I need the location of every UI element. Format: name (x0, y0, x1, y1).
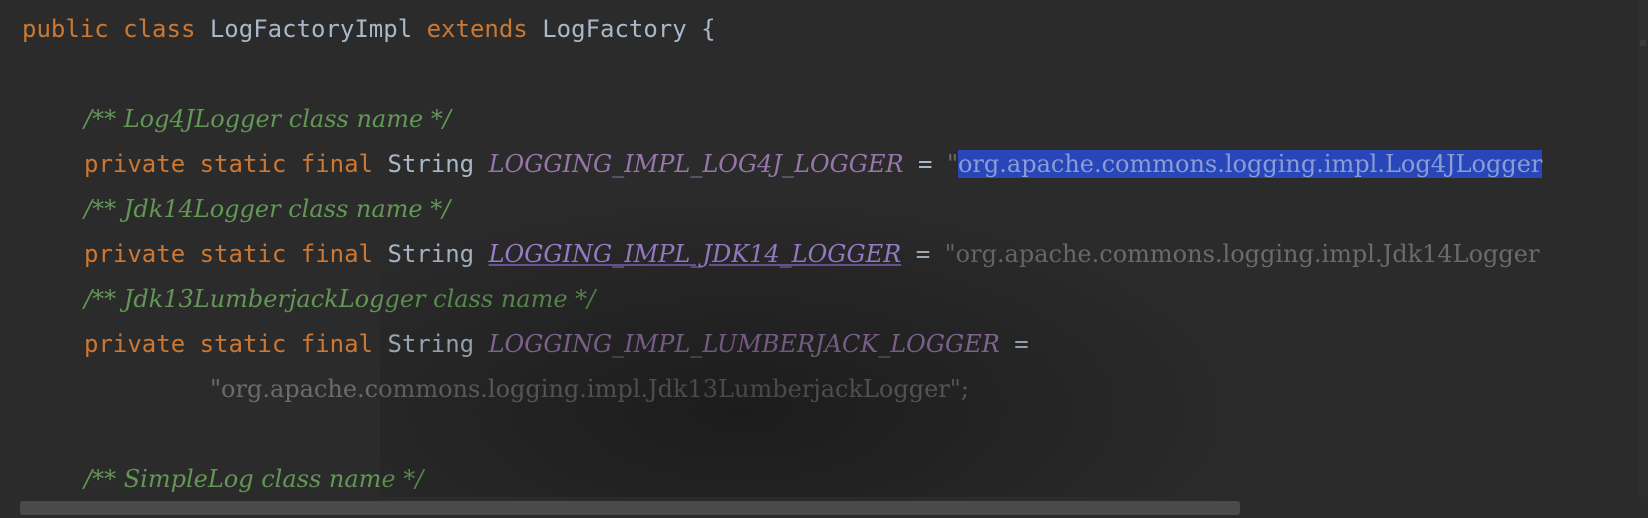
field-type: String (387, 240, 475, 268)
string-value-lumberjack: "org.apache.commons.logging.impl.Jdk13Lu… (210, 375, 969, 403)
assign-operator: = (918, 150, 933, 178)
doc-comment-simplelog: /** SimpleLog class name */ (84, 465, 424, 493)
field-name: LOGGING_IMPL_JDK14_LOGGER (488, 240, 902, 268)
string-quote: " (944, 240, 956, 268)
vertical-scrollbar[interactable] (1638, 0, 1648, 497)
string-value: org.apache.commons.logging.impl.Jdk14Log… (955, 240, 1540, 268)
horizontal-scrollbar[interactable] (0, 497, 1648, 518)
field-name: LOGGING_IMPL_LOG4J_LOGGER (488, 150, 904, 178)
doc-comment-lumberjack: /** Jdk13LumberjackLogger class name */ (84, 285, 596, 313)
open-brace: { (701, 15, 716, 43)
keyword-extends: extends (426, 15, 528, 43)
field-type: String (387, 150, 475, 178)
code-line-lumberjack-field[interactable]: private static final String LOGGING_IMPL… (84, 324, 1029, 364)
class-name: LogFactoryImpl (209, 15, 413, 43)
code-line-jdk14-field[interactable]: private static final String LOGGING_IMPL… (84, 234, 1539, 274)
doc-comment-jdk14: /** Jdk14Logger class name */ (84, 195, 451, 223)
string-quote: " (946, 150, 958, 178)
modifiers: private static final (84, 240, 373, 268)
code-line-log4j-field[interactable]: private static final String LOGGING_IMPL… (84, 144, 1543, 184)
horizontal-scrollbar-thumb[interactable] (20, 501, 1240, 515)
field-name: LOGGING_IMPL_LUMBERJACK_LOGGER (488, 330, 1000, 358)
field-type: String (387, 330, 475, 358)
code-line-class-declaration[interactable]: public class LogFactoryImpl extends LogF… (22, 9, 716, 49)
superclass-name: LogFactory (542, 15, 687, 43)
doc-comment-log4j: /** Log4JLogger class name */ (84, 105, 451, 133)
assign-operator: = (1014, 330, 1029, 358)
code-editor[interactable]: public class LogFactoryImpl extends LogF… (0, 0, 1648, 518)
selected-string-value[interactable]: org.apache.commons.logging.impl.Log4JLog… (957, 150, 1543, 178)
modifiers: private static final (84, 330, 373, 358)
scroll-marker (1640, 40, 1646, 46)
keyword-class: class (123, 15, 196, 43)
keyword-public: public (22, 15, 109, 43)
modifiers: private static final (84, 150, 373, 178)
assign-operator: = (915, 240, 931, 268)
code-area[interactable]: public class LogFactoryImpl extends LogF… (0, 0, 1648, 500)
